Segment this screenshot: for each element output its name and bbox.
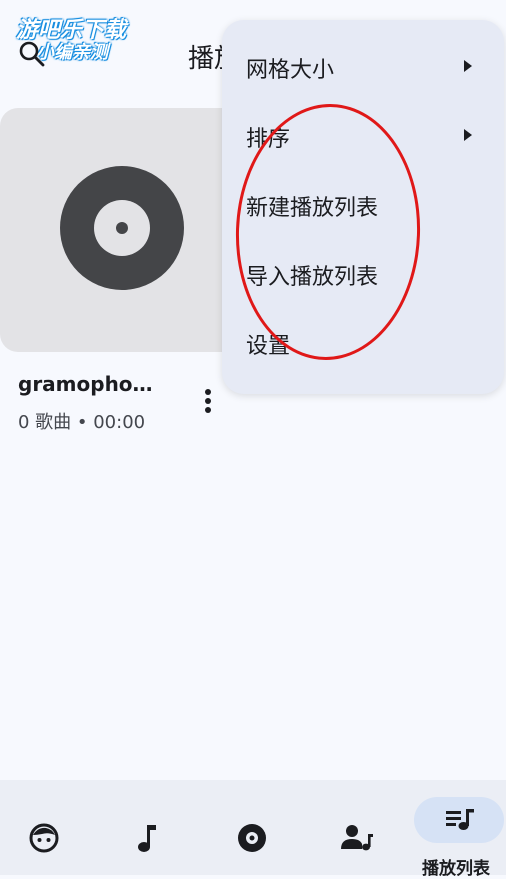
search-icon[interactable] — [18, 40, 46, 68]
playlist-icon[interactable] — [444, 806, 476, 834]
playlist-card[interactable] — [0, 108, 250, 352]
music-note-icon[interactable] — [134, 822, 160, 854]
menu-item-grid-size[interactable]: 网格大小 — [222, 34, 504, 102]
submenu-arrow-icon — [464, 60, 472, 72]
playlist-title: gramopho… — [18, 372, 153, 396]
album-icon[interactable] — [236, 822, 268, 854]
playlist-subtitle: 0 歌曲 • 00:00 — [18, 412, 146, 433]
face-icon[interactable] — [28, 822, 60, 854]
submenu-arrow-icon — [464, 129, 472, 141]
watermark-line-2: 小编亲测 — [36, 42, 108, 63]
album-disc-icon — [60, 166, 184, 290]
menu-item-label: 网格大小 — [246, 58, 335, 83]
nav-label-playlists: 播放列表 — [422, 859, 490, 879]
artist-icon[interactable] — [340, 822, 374, 854]
more-options-icon[interactable] — [198, 386, 218, 416]
